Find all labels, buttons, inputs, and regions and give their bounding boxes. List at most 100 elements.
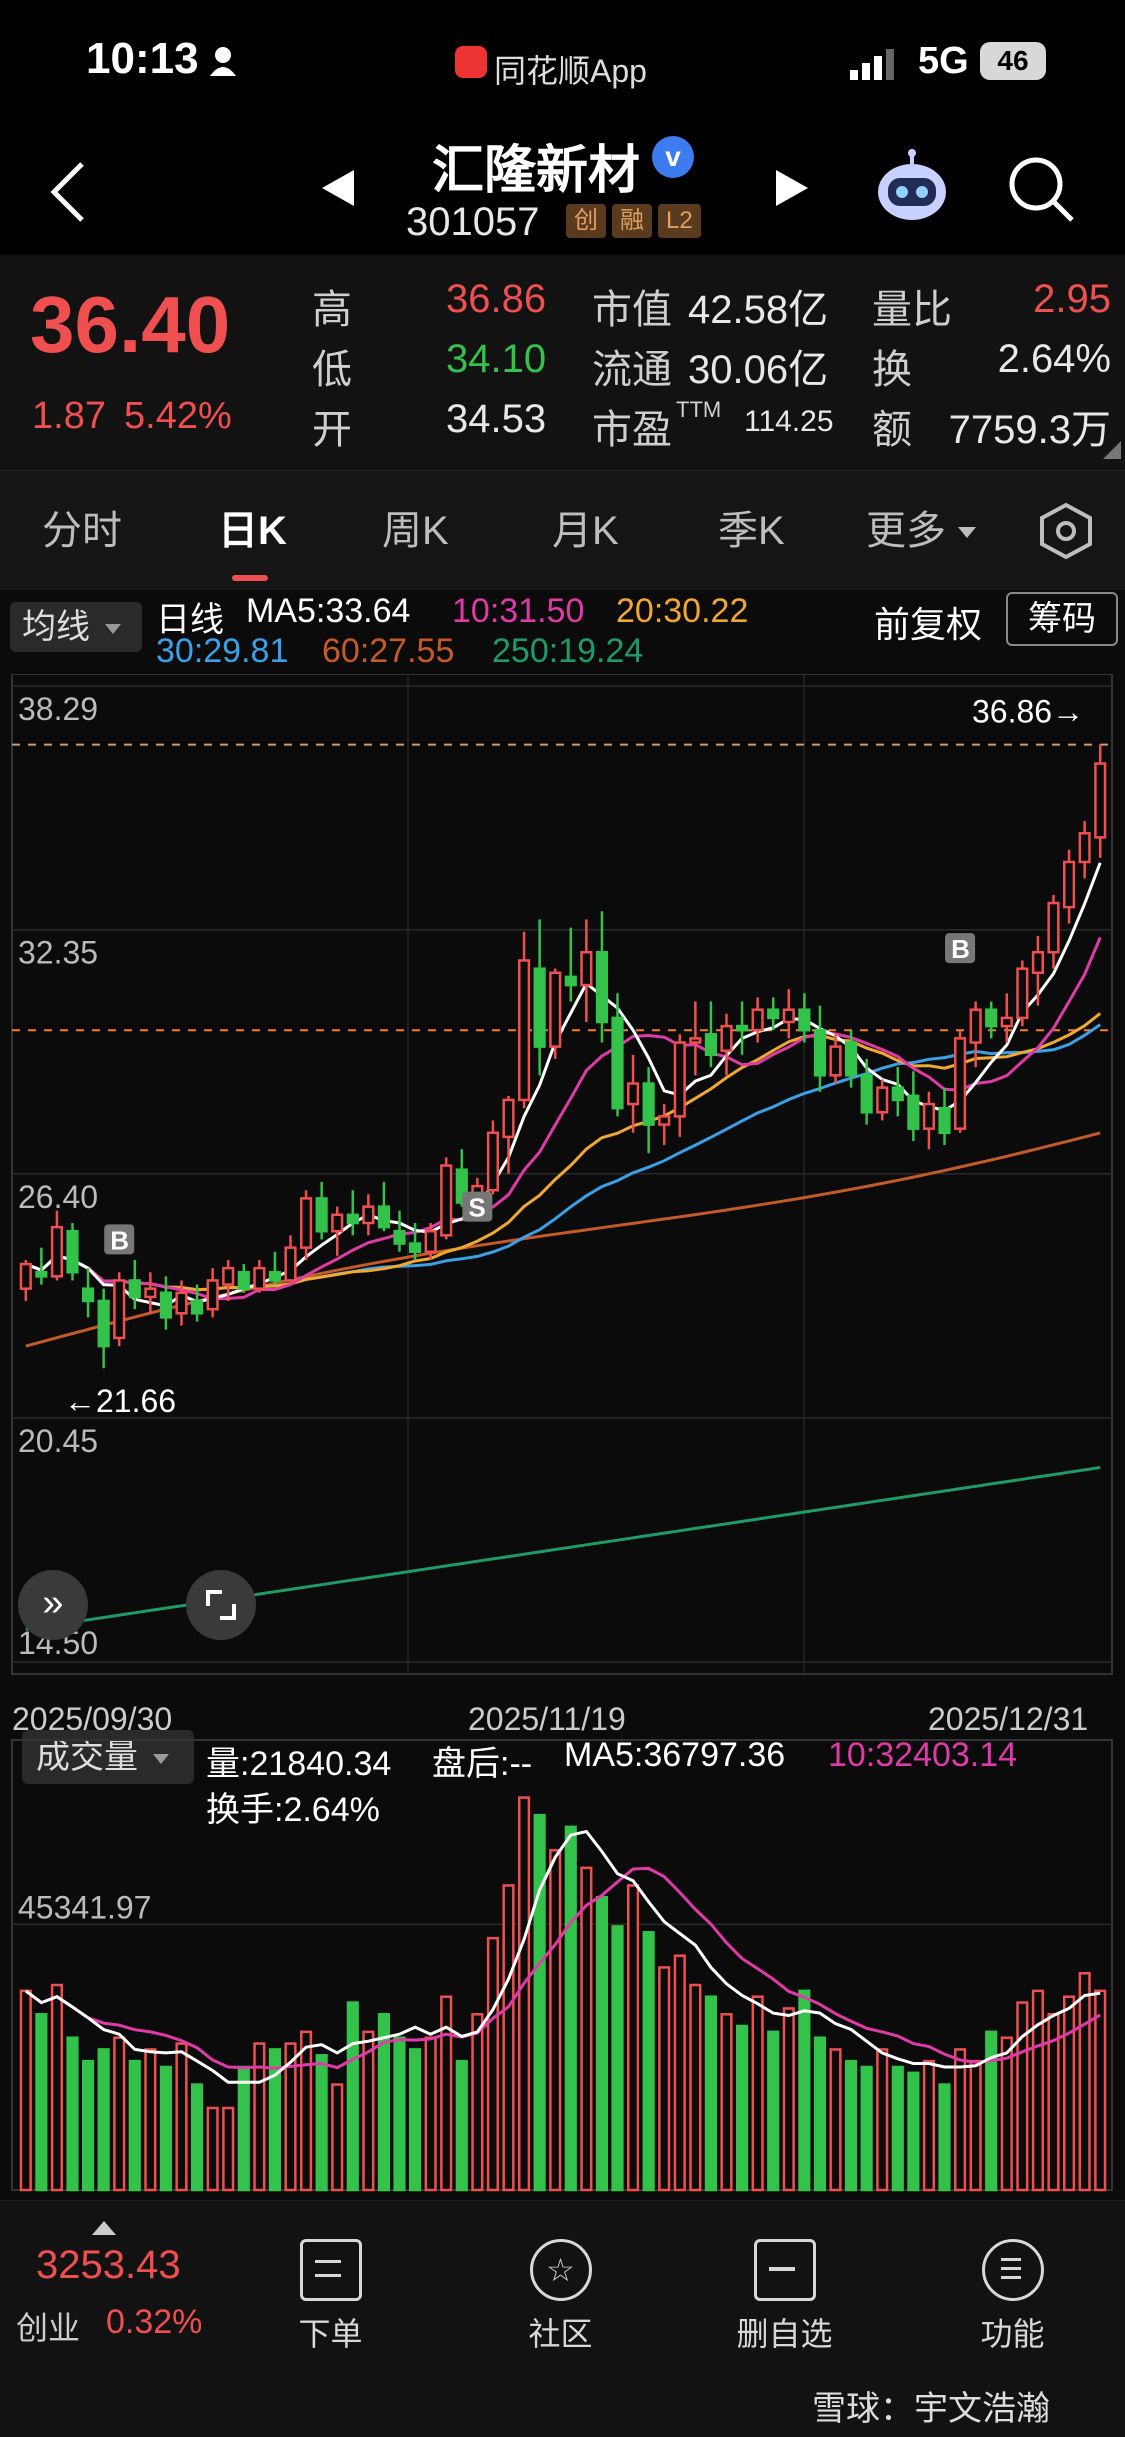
person-icon xyxy=(208,46,238,76)
high-price-label: 36.86→ xyxy=(972,694,1084,730)
index-widget[interactable]: 3253.43 创业 0.32% xyxy=(0,2201,225,2371)
candle-down xyxy=(66,1229,79,1274)
volume-bar-up xyxy=(206,2106,219,2192)
candle-down xyxy=(938,1106,951,1135)
candle-down xyxy=(735,1024,749,1032)
low-value: 34.10 xyxy=(446,337,547,381)
nav-functions[interactable]: 功能 xyxy=(900,2219,1125,2355)
tab-quarterly[interactable]: 季K xyxy=(718,471,785,591)
volume-bar-up xyxy=(829,2048,842,2192)
signal-badge-label: B xyxy=(110,1225,129,1255)
nav-remove-watchlist[interactable]: 删自选 xyxy=(672,2219,897,2355)
candle-up xyxy=(782,1008,795,1024)
nav-community[interactable]: ☆ 社区 xyxy=(448,2219,673,2355)
volume-bar-down xyxy=(159,2065,173,2192)
status-battery: 46 xyxy=(997,45,1029,76)
quote-panel: 36.40 1.87 5.42% 高 36.86 低 34.10 开 34.53… xyxy=(0,255,1125,470)
float-label: 流通 xyxy=(592,348,672,392)
volume-bar-down xyxy=(735,2024,749,2192)
turnover-label: 换 xyxy=(872,348,912,392)
y-axis-label: 20.45 xyxy=(18,1423,98,1459)
open-label: 开 xyxy=(312,408,352,452)
signal-badge-label: S xyxy=(468,1193,485,1223)
badge-rong: 融 xyxy=(612,204,652,238)
volume-bar-up xyxy=(876,2048,889,2192)
tab-daily[interactable]: 日K xyxy=(218,471,287,591)
volume-bar-up xyxy=(953,2048,967,2192)
candle-up xyxy=(953,1037,967,1130)
candle-down xyxy=(907,1094,920,1130)
ma-selector[interactable]: 均线 xyxy=(10,602,142,652)
candle-up xyxy=(486,1131,500,1192)
volume-bar-up xyxy=(19,1989,32,2192)
volume-chart[interactable]: 45341.97 xyxy=(0,1720,1125,2200)
candle-down xyxy=(393,1229,406,1245)
volume-bar-up xyxy=(549,1849,562,2192)
period-tabs: 分时 日K 周K 月K 季K 更多 xyxy=(0,470,1125,591)
volume-bar-down xyxy=(237,2065,250,2192)
watermark: 雪球：宇文浩瀚 xyxy=(812,2390,1050,2428)
candle-up xyxy=(331,1213,344,1233)
back-icon[interactable] xyxy=(48,160,88,229)
next-stock-icon[interactable] xyxy=(772,168,812,213)
candle-up xyxy=(1031,951,1045,975)
prev-stock-icon[interactable] xyxy=(318,168,358,213)
nav-functions-label: 功能 xyxy=(980,2316,1045,2352)
chevron-down-icon xyxy=(958,527,976,538)
adjust-mode[interactable]: 前复权 xyxy=(874,596,982,648)
signal-icon xyxy=(850,48,902,85)
candlestick-chart[interactable]: 38.2932.3526.4020.4514.5036.86→←21.66BSB… xyxy=(0,674,1125,1764)
volume-bar-up xyxy=(144,2048,157,2192)
candle-up xyxy=(720,1024,733,1052)
candle-down xyxy=(642,1082,655,1126)
candle-up xyxy=(222,1266,235,1286)
index-value: 3253.43 xyxy=(36,2243,181,2287)
pe-label: 市盈 xyxy=(592,408,672,452)
float-value: 30.06亿 xyxy=(688,348,829,392)
candle-up xyxy=(362,1205,375,1225)
tab-weekly[interactable]: 周K xyxy=(382,471,449,591)
volume-bar-up xyxy=(580,1866,593,2192)
ma5-value: MA5:33.64 xyxy=(246,592,411,630)
tab-more[interactable]: 更多 xyxy=(866,471,946,591)
nav-order[interactable]: 下单 xyxy=(218,2219,443,2355)
candle-down xyxy=(346,1213,359,1225)
settings-hexagon-icon[interactable] xyxy=(1036,501,1096,566)
status-network: 5G xyxy=(918,40,969,82)
tab-intraday[interactable]: 分时 xyxy=(42,471,122,591)
ma20-value: 20:30.22 xyxy=(616,592,749,630)
volume-bar-up xyxy=(689,1983,702,2192)
minus-box-icon xyxy=(753,2239,816,2301)
collapse-sidebar-icon[interactable]: » xyxy=(18,1570,88,1640)
candle-up xyxy=(626,1082,640,1106)
tab-monthly[interactable]: 月K xyxy=(552,471,619,591)
status-time: 10:13 xyxy=(86,34,199,83)
candle-down xyxy=(237,1271,250,1290)
volume-bar-up xyxy=(486,1936,500,2192)
candle-up xyxy=(113,1279,126,1340)
badge-l2: L2 xyxy=(658,204,701,238)
candle-up xyxy=(424,1229,437,1253)
robot-assistant-icon[interactable] xyxy=(872,148,952,233)
volume-axis-label: 45341.97 xyxy=(18,1889,151,1925)
ma30-value: 30:29.81 xyxy=(156,632,289,670)
expand-corner-icon[interactable] xyxy=(1103,441,1121,459)
stock-code: 301057 xyxy=(406,200,540,244)
candle-down xyxy=(315,1197,328,1233)
volume-bar-up xyxy=(1062,1995,1076,2192)
candle-down xyxy=(564,975,577,987)
app-logo-icon xyxy=(455,46,487,78)
vol-ratio-value: 2.95 xyxy=(1033,277,1111,321)
volume-bar-down xyxy=(938,2083,951,2192)
candle-up xyxy=(253,1266,266,1290)
nav-community-label: 社区 xyxy=(528,2316,593,2352)
candle-up xyxy=(829,1045,842,1077)
candle-up xyxy=(876,1086,889,1114)
chips-button[interactable]: 筹码 xyxy=(1006,592,1118,646)
candle-up xyxy=(922,1102,936,1130)
nav-remove-watchlist-label: 删自选 xyxy=(736,2316,833,2352)
search-icon[interactable] xyxy=(1006,154,1076,229)
fullscreen-icon[interactable] xyxy=(186,1570,256,1640)
volume-bar-up xyxy=(299,2030,313,2192)
candle-up xyxy=(144,1287,157,1299)
